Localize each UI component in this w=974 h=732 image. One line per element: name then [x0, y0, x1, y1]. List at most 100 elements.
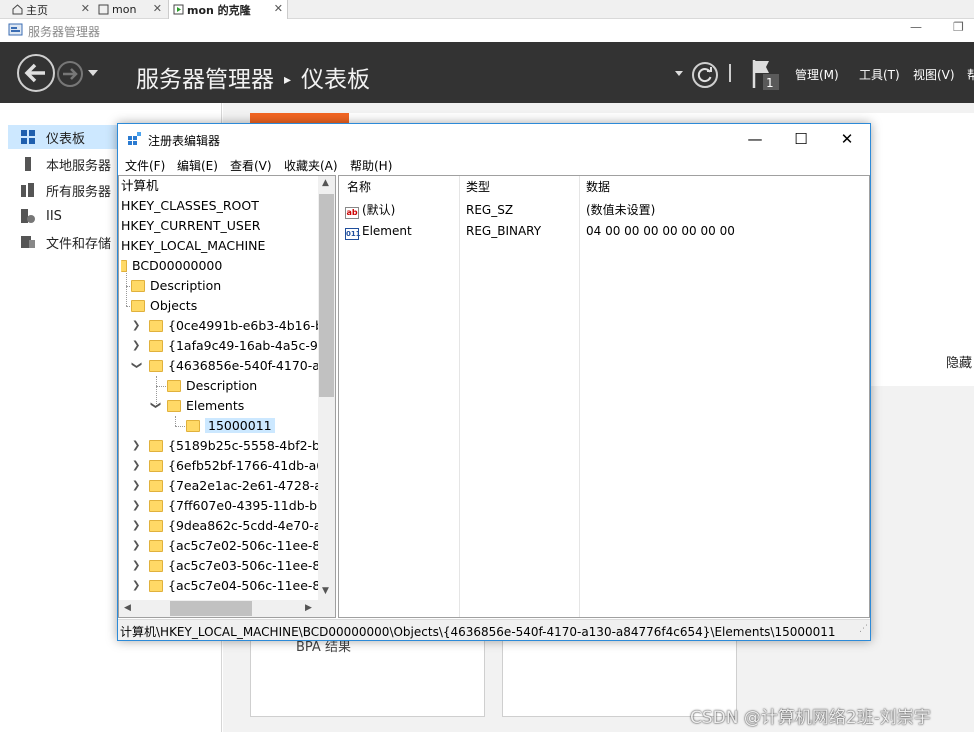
expand-icon[interactable]: ❯	[132, 536, 142, 556]
binary-value-icon: 011	[345, 228, 361, 240]
tree-node-object-expanded[interactable]: {4636856e-540f-4170-a130	[149, 356, 335, 376]
column-header-name[interactable]: 名称	[347, 176, 371, 198]
tree-node-label: {7ff607e0-4395-11db-b0de	[168, 498, 336, 513]
menu-view[interactable]: 视图(V)	[913, 66, 955, 83]
expand-icon[interactable]: ❯	[132, 496, 142, 516]
tree-horizontal-scrollbar[interactable]: ◀ ▶	[119, 600, 335, 617]
tree-node-hklm[interactable]: HKEY_LOCAL_MACHINE	[121, 236, 265, 256]
menu-favorites[interactable]: 收藏夹(A)	[284, 157, 338, 174]
menu-manage[interactable]: 管理(M)	[795, 66, 839, 83]
value-row-element[interactable]: 011Element	[345, 221, 412, 242]
dashboard-icon	[21, 130, 35, 144]
tree-node-label: BCD00000000	[132, 258, 223, 273]
vm-tab-mon[interactable]: mon ✕	[94, 0, 166, 19]
tree-node-15000011-selected[interactable]: 15000011	[186, 416, 275, 436]
dropdown-icon[interactable]	[675, 71, 683, 76]
close-icon[interactable]: ✕	[81, 2, 90, 15]
folder-icon	[149, 540, 163, 552]
refresh-icon	[697, 67, 712, 83]
tree-node-object[interactable]: {ac5c7e02-506c-11ee-82fa	[149, 536, 336, 556]
folder-open-icon	[131, 300, 145, 312]
tree-node-object[interactable]: {ac5c7e04-506c-11ee-82fa	[149, 576, 335, 596]
tree-guide	[175, 416, 176, 426]
tree-node-hkcu[interactable]: HKEY_CURRENT_USER	[121, 216, 260, 236]
tree-node-object[interactable]: {5189b25c-5558-4bf2-bca4	[149, 436, 336, 456]
tree-guide	[175, 426, 185, 427]
tree-node-object[interactable]: {ac5c7e03-506c-11ee-82fa	[149, 556, 335, 576]
expand-icon[interactable]: ❯	[132, 476, 142, 496]
vm-tab-label: mon 的克隆	[187, 3, 251, 17]
server-manager-header: 服务器管理器 ▸ 仪表板 1 管理(M) 工具(T) 视图(V) 帮	[0, 42, 974, 103]
expand-icon[interactable]: ❯	[132, 556, 142, 576]
folder-icon	[149, 520, 163, 532]
server-manager-titlebar: 服务器管理器 — ❐	[0, 19, 974, 42]
tree-node-object[interactable]: {7ff607e0-4395-11db-b0de	[149, 496, 336, 516]
history-dropdown-icon[interactable]	[88, 70, 98, 76]
scroll-down-icon[interactable]: ▼	[322, 586, 329, 596]
tree-node-computer[interactable]: 计算机	[121, 176, 159, 196]
tree-node-object[interactable]: {7ea2e1ac-2e61-4728-aaa3	[149, 476, 335, 496]
folder-icon	[149, 440, 163, 452]
tree-node-bcd[interactable]: BCD00000000	[121, 256, 222, 276]
forward-button[interactable]	[57, 61, 83, 87]
back-button[interactable]	[17, 54, 55, 92]
scroll-right-icon[interactable]: ▶	[305, 603, 312, 613]
menu-view[interactable]: 查看(V)	[230, 157, 272, 174]
menu-tools[interactable]: 工具(T)	[859, 66, 900, 83]
expand-icon[interactable]: ❯	[132, 516, 142, 536]
close-icon[interactable]: ✕	[153, 2, 162, 15]
vm-tab-label: mon	[112, 3, 137, 16]
close-icon[interactable]: ✕	[274, 2, 283, 15]
tree-node-label: {ac5c7e02-506c-11ee-82fa	[168, 538, 336, 553]
value-row-default[interactable]: ab (默认)	[345, 200, 395, 221]
scroll-thumb[interactable]	[170, 601, 252, 616]
tree-node-label: {5189b25c-5558-4bf2-bca4	[168, 438, 336, 453]
tree-node-hkcr[interactable]: HKEY_CLASSES_ROOT	[121, 196, 259, 216]
tree-node-object[interactable]: {6efb52bf-1766-41db-a6b3	[149, 456, 335, 476]
tree-node-object[interactable]: {1afa9c49-16ab-4a5c-901b	[149, 336, 335, 356]
tree-node-label: Description	[150, 278, 222, 293]
tree-node-description[interactable]: Description	[131, 276, 221, 296]
folder-icon	[131, 280, 145, 292]
maximize-button[interactable]: ☐	[778, 127, 824, 151]
column-header-data[interactable]: 数据	[586, 176, 610, 198]
menu-file[interactable]: 文件(F)	[125, 157, 165, 174]
tree-node-object[interactable]: {0ce4991b-e6b3-4b16-b23c	[149, 316, 336, 336]
value-data: (数值未设置)	[586, 203, 656, 217]
tree-node-objects[interactable]: Objects	[131, 296, 197, 316]
tree-node-label: {0ce4991b-e6b3-4b16-b23c	[168, 318, 336, 333]
scroll-left-icon[interactable]: ◀	[124, 603, 131, 613]
menu-help[interactable]: 帮	[967, 66, 974, 83]
scroll-thumb[interactable]	[319, 194, 334, 397]
tree-node-elements[interactable]: Elements	[167, 396, 244, 416]
tree-vertical-scrollbar[interactable]: ▲ ▼	[318, 176, 335, 600]
collapse-icon[interactable]: ❯	[126, 361, 146, 371]
resize-grip-icon[interactable]: ⋰	[859, 624, 868, 634]
expand-icon[interactable]: ❯	[132, 456, 142, 476]
refresh-button[interactable]	[692, 62, 718, 88]
tree-node-object-description[interactable]: Description	[167, 376, 257, 396]
restore-button[interactable]: ❐	[953, 20, 964, 34]
minimize-button[interactable]: —	[732, 127, 778, 151]
expand-icon[interactable]: ❯	[132, 316, 142, 336]
scroll-up-icon[interactable]: ▲	[322, 178, 329, 188]
expand-icon[interactable]: ❯	[132, 336, 142, 356]
tree-node-object[interactable]: {9dea862c-5cdd-4e70-acc1	[149, 516, 335, 536]
close-button[interactable]: ✕	[824, 127, 870, 151]
registry-tree[interactable]: 计算机 HKEY_CLASSES_ROOT HKEY_CURRENT_USER …	[118, 175, 336, 618]
collapse-icon[interactable]: ❯	[145, 401, 165, 411]
registry-editor-window: 注册表编辑器 — ☐ ✕ 文件(F) 编辑(E) 查看(V) 收藏夹(A) 帮助…	[117, 123, 871, 641]
registry-values-list[interactable]: 名称 类型 数据 ab (默认) REG_SZ (数值未设置) 011Elemen…	[338, 175, 870, 618]
tree-node-label: Objects	[150, 298, 198, 313]
expand-icon[interactable]: ❯	[132, 436, 142, 456]
vm-tab-mon-clone[interactable]: mon 的克隆 ✕	[168, 0, 288, 19]
column-header-type[interactable]: 类型	[466, 176, 490, 198]
vm-tab-home[interactable]: 主页 ✕	[8, 0, 94, 19]
breadcrumb-root: 服务器管理器	[136, 67, 274, 93]
expand-icon[interactable]: ❯	[132, 576, 142, 596]
menu-edit[interactable]: 编辑(E)	[177, 157, 218, 174]
menu-help[interactable]: 帮助(H)	[350, 157, 392, 174]
server-icon	[25, 157, 31, 171]
minimize-button[interactable]: —	[910, 20, 922, 34]
hide-link[interactable]: 隐藏	[946, 352, 972, 371]
